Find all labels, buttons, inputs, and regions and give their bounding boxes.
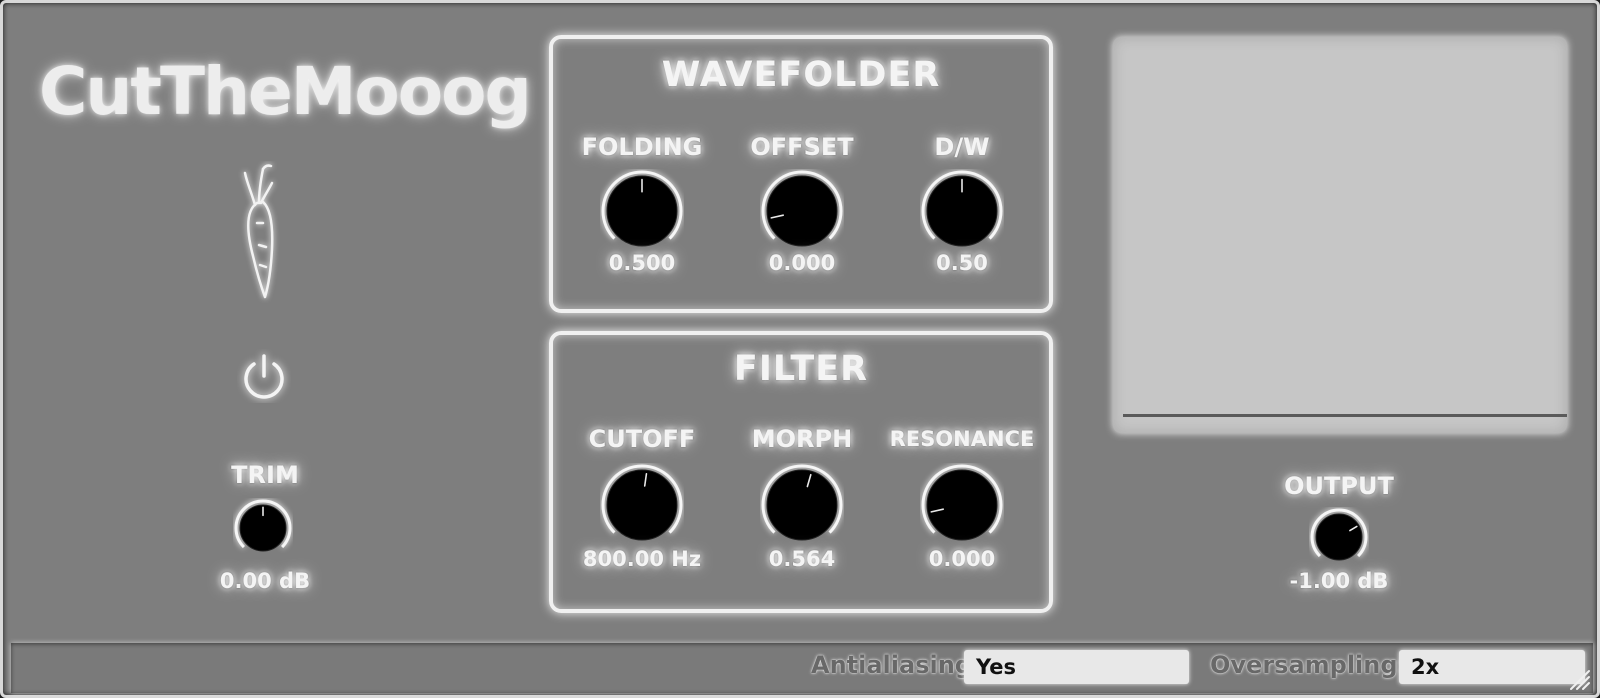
resize-grip-icon[interactable]	[1567, 667, 1591, 691]
morph-value: 0.564	[768, 547, 836, 571]
folding-value: 0.500	[608, 251, 676, 275]
cutoff-value: 800.00 Hz	[582, 547, 702, 571]
offset-knob[interactable]	[760, 169, 844, 253]
cutoff-label: CUTOFF	[588, 425, 696, 453]
filter-title: FILTER	[733, 349, 869, 389]
output-value: -1.00 dB	[1289, 569, 1389, 593]
offset-label: OFFSET	[750, 133, 854, 161]
power-icon	[244, 354, 284, 399]
knob-body	[606, 469, 678, 541]
visualizer-display	[1113, 37, 1567, 433]
folding-knob[interactable]	[600, 169, 684, 253]
knob-body	[926, 469, 998, 541]
knob-body	[766, 469, 838, 541]
filter-panel: FILTER CUTOFF 800.00 Hz MORPH 0.564 RESO…	[549, 331, 1053, 613]
visualizer-baseline	[1123, 414, 1567, 417]
oversampling-label: Oversampling:	[1210, 651, 1408, 679]
dry-wet-value: 0.50	[936, 251, 988, 275]
knob-body	[1315, 513, 1363, 561]
dry-wet-knob[interactable]	[920, 169, 1004, 253]
antialiasing-select[interactable]: Yes	[964, 650, 1189, 684]
wavefolder-panel: WAVEFOLDER FOLDING 0.500 OFFSET 0.000 D/…	[549, 35, 1053, 313]
resonance-knob[interactable]	[920, 463, 1004, 547]
folding-label: FOLDING	[581, 133, 703, 161]
antialiasing-label: Antialiasing	[811, 651, 972, 679]
dry-wet-label: D/W	[934, 133, 990, 161]
plugin-window: CutTheMooog TRIM 0.00 dB WAVEFOLDER FOLD…	[0, 0, 1600, 698]
offset-value: 0.000	[768, 251, 836, 275]
power-button[interactable]	[237, 349, 291, 403]
output-knob[interactable]	[1309, 507, 1369, 567]
app-title: CutTheMooog	[39, 53, 532, 130]
carrot-icon	[243, 164, 274, 299]
oversampling-select[interactable]: 2x	[1399, 650, 1585, 684]
knob-body	[766, 175, 838, 247]
trim-knob[interactable]	[233, 498, 293, 558]
resonance-label: RESONANCE	[889, 427, 1035, 451]
morph-label: MORPH	[751, 425, 853, 453]
trim-value: 0.00 dB	[219, 569, 311, 593]
cutoff-knob[interactable]	[600, 463, 684, 547]
morph-knob[interactable]	[760, 463, 844, 547]
output-label: OUTPUT	[1284, 472, 1394, 500]
resonance-value: 0.000	[928, 547, 996, 571]
wavefolder-title: WAVEFOLDER	[661, 55, 941, 95]
trim-label: TRIM	[231, 461, 299, 489]
